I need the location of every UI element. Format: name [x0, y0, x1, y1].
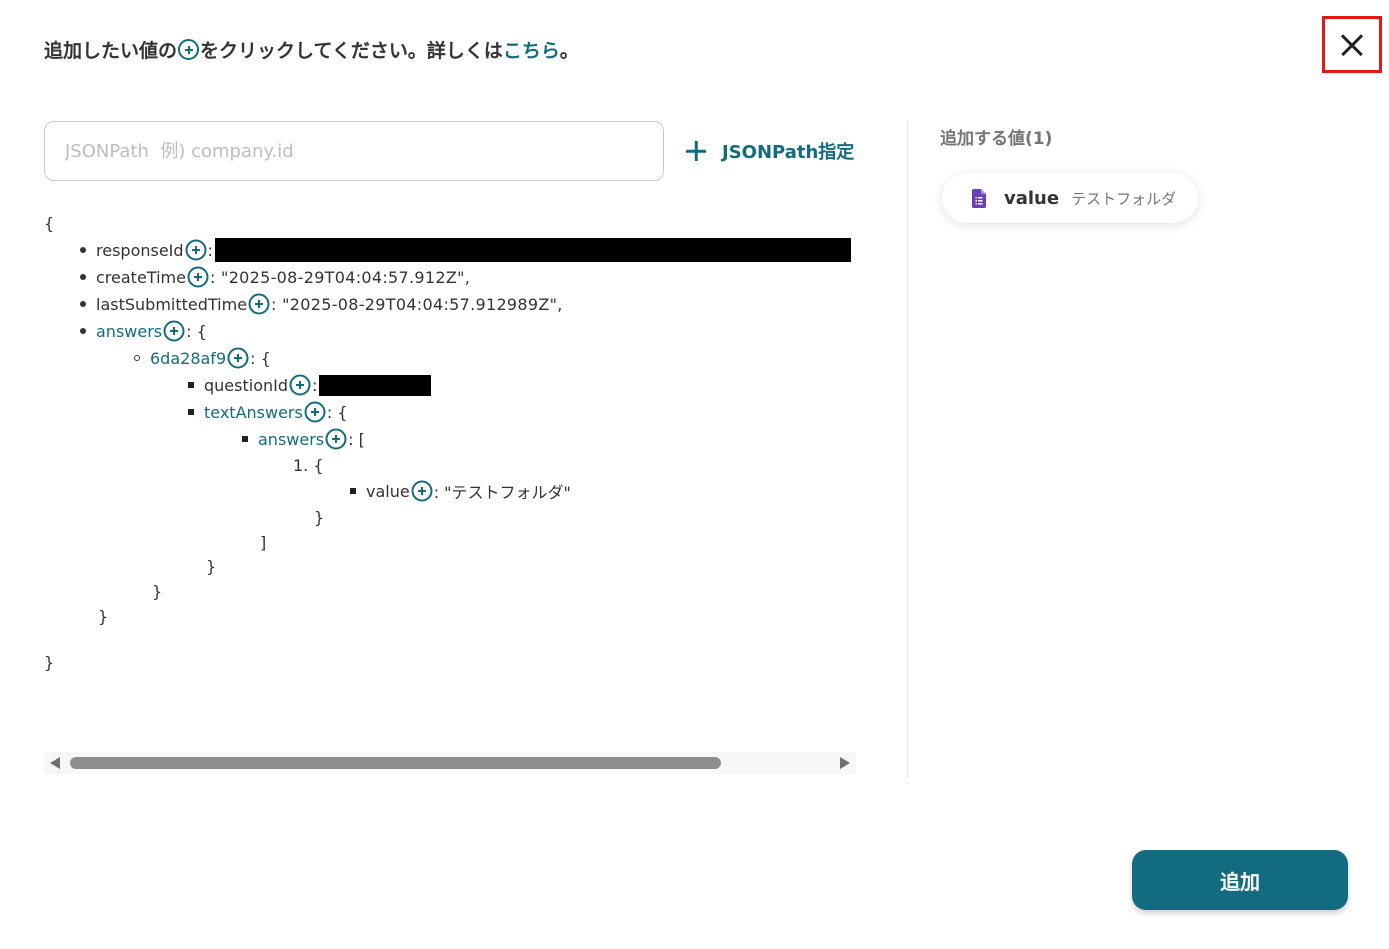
key-create-time: createTime	[96, 267, 186, 287]
root-close-brace: }	[44, 653, 55, 672]
close-text-answers: }	[206, 557, 217, 576]
open-object: : {	[250, 348, 271, 368]
close-array: ]	[260, 533, 267, 552]
key-text-answers[interactable]: textAnswers	[204, 403, 303, 422]
key-last-submitted-time: lastSubmittedTime	[96, 294, 248, 314]
chip-value: テストフォルダ	[1071, 189, 1177, 208]
key-question-id: questionId	[204, 375, 288, 395]
google-forms-doc-icon	[972, 188, 986, 208]
key-value: value	[366, 481, 410, 501]
value-last-submitted-time: : "2025-08-29T04:04:57.912989Z",	[271, 294, 563, 314]
value-create-time: : "2025-08-29T04:04:57.912Z",	[209, 267, 471, 287]
key-response-id: responseId	[96, 240, 184, 260]
redacted-value	[214, 238, 851, 262]
horizontal-scrollbar[interactable]	[44, 752, 856, 774]
add-value-icon[interactable]	[289, 374, 311, 396]
tree-row-create-time: createTime : "2025-08-29T04:04:57.912Z",	[80, 265, 470, 289]
tree-row-last-submitted: lastSubmittedTime : "2025-08-29T04:04:57…	[80, 292, 563, 316]
close-answer-id: }	[152, 582, 163, 601]
instruction-before: 追加したい値の	[44, 40, 178, 62]
jsonpath-search-input[interactable]	[44, 121, 664, 181]
selected-values-title: 追加する値(1)	[940, 129, 1053, 149]
instruction-end: 。	[559, 40, 579, 62]
value-value: : "テストフォルダ"	[433, 483, 571, 502]
help-link[interactable]: こちら	[503, 36, 560, 63]
tree-row-value: value : "テストフォルダ"	[350, 479, 571, 503]
scroll-thumb[interactable]	[70, 757, 721, 769]
scroll-left-arrow-icon[interactable]	[50, 757, 60, 769]
open-object: : {	[186, 321, 207, 341]
panel-divider	[907, 121, 908, 778]
chip-key: value	[1004, 187, 1060, 209]
open-array: : [	[348, 429, 365, 449]
add-value-icon[interactable]	[248, 293, 270, 315]
plus-icon	[686, 141, 706, 161]
close-button[interactable]	[1322, 16, 1382, 73]
redacted-value	[319, 374, 432, 396]
bullet	[80, 328, 86, 334]
bullet	[188, 409, 194, 415]
add-value-icon[interactable]	[411, 480, 433, 502]
bullet	[80, 301, 86, 307]
key-answer-id[interactable]: 6da28af9	[150, 349, 226, 368]
scroll-right-arrow-icon[interactable]	[840, 757, 850, 769]
tree-row-answer-id: 6da28af9 : {	[134, 346, 271, 370]
add-value-icon[interactable]	[325, 428, 347, 450]
bullet	[350, 488, 356, 494]
tree-row-inner-answers: answers : [	[242, 427, 365, 451]
close-answers: }	[98, 607, 109, 626]
close-icon	[1341, 34, 1363, 56]
add-circle-icon	[178, 39, 200, 60]
key-answers[interactable]: answers	[96, 322, 162, 341]
instruction-after: をクリックしてください。詳しくは	[200, 40, 503, 62]
bullet	[80, 247, 86, 253]
tree-row-answers: answers : {	[80, 319, 207, 343]
root-open-brace: {	[44, 214, 55, 233]
bullet	[134, 355, 140, 361]
key-inner-answers[interactable]: answers	[258, 430, 324, 449]
jsonpath-specify-button[interactable]: JSONPath指定	[686, 138, 854, 164]
add-button[interactable]: 追加	[1132, 850, 1348, 910]
bullet	[80, 274, 86, 280]
add-value-icon[interactable]	[163, 320, 185, 342]
colon: :	[312, 375, 318, 395]
add-value-icon[interactable]	[304, 401, 326, 423]
tree-row-response-id: responseId :	[80, 238, 851, 262]
add-value-icon[interactable]	[187, 266, 209, 288]
add-value-icon[interactable]	[227, 347, 249, 369]
instruction-text: 追加したい値の をクリックしてください。詳しくは こちら 。	[44, 36, 579, 63]
colon: :	[207, 240, 213, 260]
close-list-item: }	[314, 508, 325, 527]
add-value-icon[interactable]	[185, 239, 207, 261]
tree-row-text-answers: textAnswers : {	[188, 400, 348, 424]
jsonpath-specify-label: JSONPath指定	[722, 142, 855, 163]
selected-value-chip[interactable]: value テストフォルダ	[942, 173, 1198, 223]
tree-row-question-id: questionId :	[188, 373, 432, 397]
bullet	[242, 436, 248, 442]
list-item-open: 1. {	[293, 456, 324, 475]
open-object: : {	[326, 402, 348, 422]
bullet	[188, 382, 194, 388]
